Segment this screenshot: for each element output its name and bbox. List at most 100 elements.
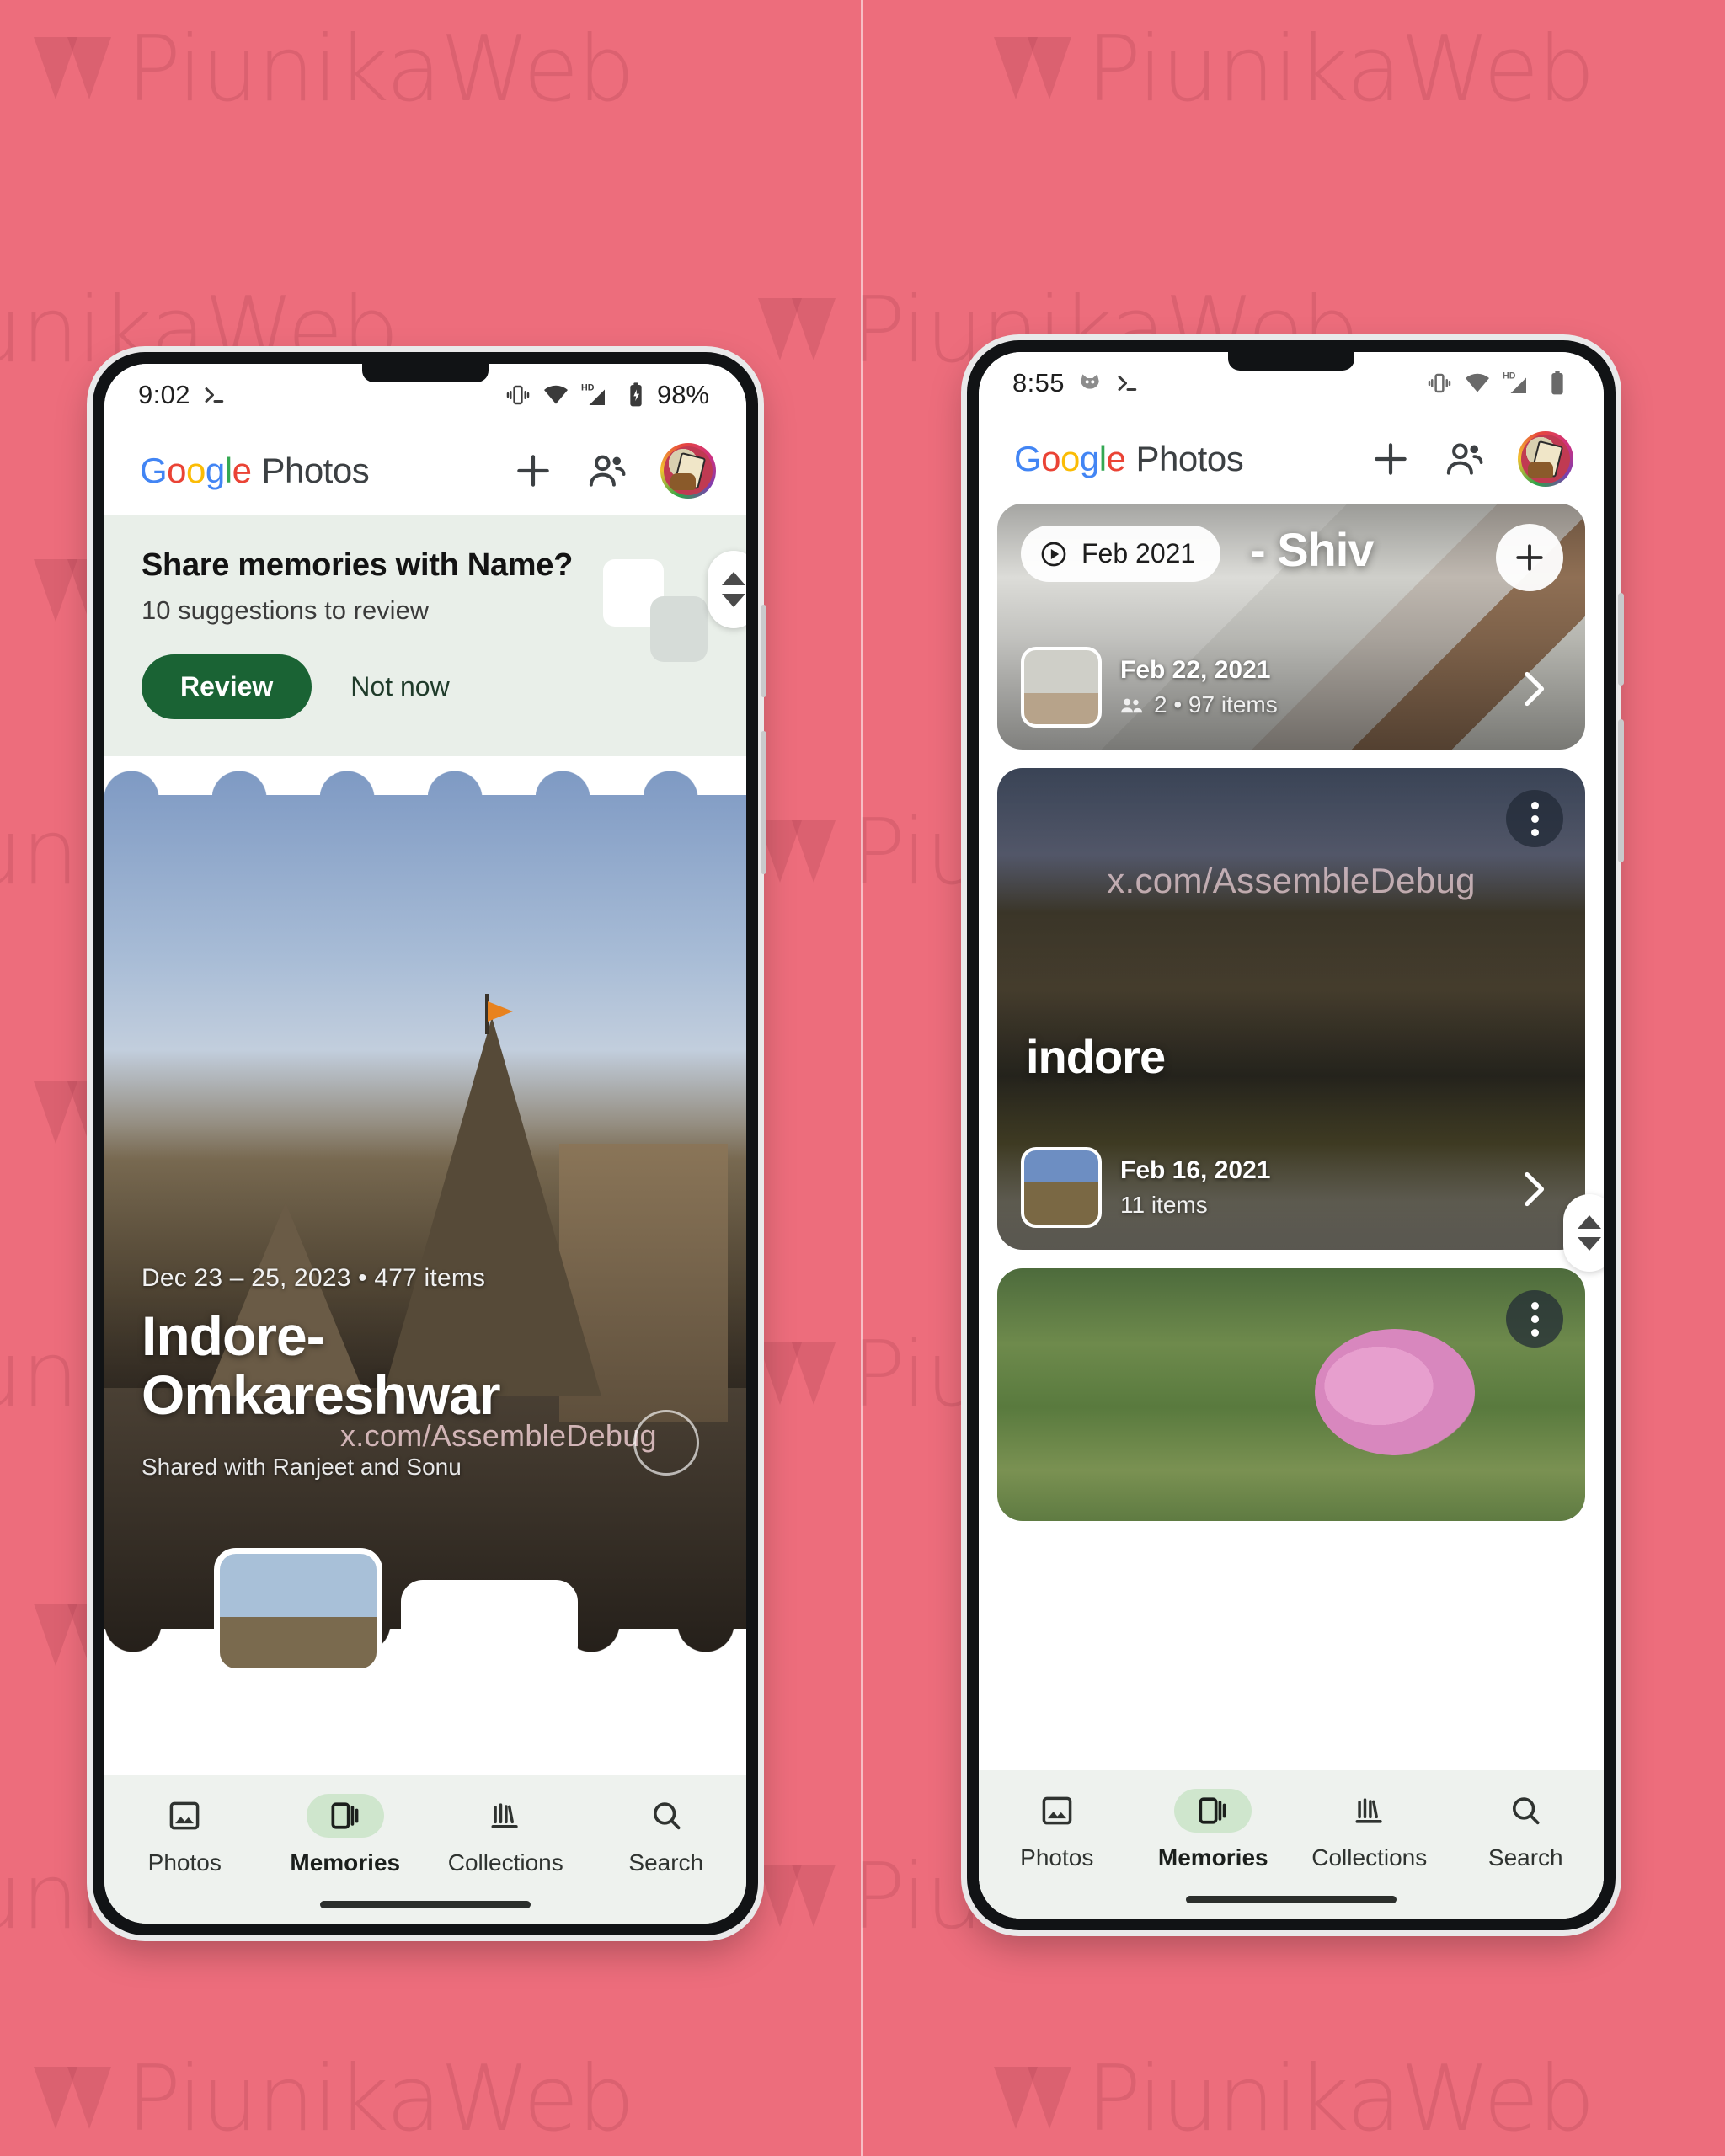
- add-icon[interactable]: [512, 450, 554, 492]
- vibrate-icon: [506, 385, 530, 405]
- thumbnail-item[interactable]: [214, 1548, 382, 1674]
- nav-pill: [146, 1794, 223, 1838]
- hero-memory[interactable]: Dec 23 – 25, 2023 • 477 items Indore-Omk…: [104, 756, 746, 1674]
- nav-label: Search: [628, 1849, 704, 1876]
- nav-item-collections[interactable]: Collections: [425, 1794, 586, 1876]
- chevron-up-icon: [1578, 1215, 1601, 1229]
- brand: Google Photos: [140, 451, 370, 491]
- suggestion-decor-icon: [573, 559, 708, 673]
- svg-text:HD: HD: [1503, 371, 1516, 382]
- memory-card-thumbnail[interactable]: [1021, 1147, 1102, 1228]
- brand: Google Photos: [1014, 439, 1244, 479]
- thumbnail-strip[interactable]: [104, 1540, 746, 1674]
- nav-item-collections[interactable]: Collections: [1291, 1789, 1448, 1871]
- date-pill[interactable]: Feb 2021: [1021, 526, 1221, 582]
- memory-card-date: Feb 22, 2021: [1120, 656, 1271, 684]
- memory-card-items-label: 11 items: [1120, 1192, 1208, 1218]
- chevron-down-icon: [722, 594, 745, 607]
- memory-card-footer: Feb 22, 2021 2 • 97 items: [1021, 647, 1278, 728]
- nav-item-search[interactable]: Search: [586, 1794, 747, 1876]
- memory-card[interactable]: [997, 1268, 1585, 1521]
- nav-label: Memories: [1157, 1844, 1268, 1870]
- thumbnail-item[interactable]: [401, 1580, 578, 1668]
- scallop-top-edge: [104, 756, 746, 795]
- piunika-logo-icon: [758, 1864, 839, 1930]
- hero-photo: [104, 756, 746, 1674]
- search-icon: [1513, 1797, 1540, 1825]
- power-button[interactable]: [761, 605, 766, 697]
- svg-text:HD: HD: [581, 383, 595, 393]
- scroll-handle[interactable]: [1563, 1194, 1604, 1272]
- phone-right: 8:55 HD Google Photos - Shiv Feb 2021 Fe…: [967, 340, 1624, 1930]
- overlay-watermark: x.com/AssembleDebug: [340, 1418, 657, 1453]
- memory-card-items: 11 items: [1120, 1192, 1270, 1219]
- memory-card-title: indore: [1026, 1030, 1166, 1083]
- notch: [362, 364, 489, 382]
- piunika-logo-icon: [994, 2066, 1075, 2132]
- watermark-text: PiunikaWeb: [1087, 2047, 1595, 2152]
- terminal-icon: [1118, 376, 1137, 391]
- brand-photos-label: Photos: [1135, 439, 1244, 478]
- add-icon[interactable]: [1370, 438, 1412, 480]
- sharing-icon[interactable]: [1444, 438, 1486, 480]
- nav-item-photos[interactable]: Photos: [979, 1789, 1135, 1871]
- chevron-right-icon[interactable]: [1509, 1166, 1557, 1213]
- gesture-bar[interactable]: [1186, 1896, 1397, 1903]
- watermark-text: PiunikaWeb: [1087, 17, 1595, 122]
- hd-signal-icon: HD: [1503, 371, 1527, 394]
- vibrate-icon: [1428, 373, 1451, 393]
- add-to-memory-button[interactable]: [1496, 524, 1563, 591]
- not-now-button[interactable]: Not now: [328, 654, 471, 719]
- nav-label: Search: [1487, 1844, 1563, 1870]
- battery-icon: [630, 382, 642, 407]
- nav-item-search[interactable]: Search: [1448, 1789, 1605, 1871]
- chevron-right-icon[interactable]: [1509, 665, 1557, 712]
- review-button[interactable]: Review: [142, 654, 312, 719]
- nav-item-memories[interactable]: Memories: [1135, 1789, 1292, 1871]
- avatar[interactable]: [660, 443, 716, 499]
- phone-right-screen: 8:55 HD Google Photos - Shiv Feb 2021 Fe…: [979, 352, 1604, 1919]
- nav-pill: [1174, 1789, 1252, 1833]
- overflow-menu-button[interactable]: [1506, 790, 1563, 847]
- photo-icon: [1042, 1796, 1072, 1825]
- wifi-icon: [543, 385, 568, 404]
- chevron-up-icon: [722, 572, 745, 585]
- photo-icon: [169, 1801, 200, 1830]
- memory-card-date: Feb 16, 2021: [1120, 1156, 1271, 1184]
- nav-pill: [306, 1794, 384, 1838]
- watermark-text: PiunikaWeb: [126, 2047, 635, 2152]
- overflow-menu-button[interactable]: [1506, 1290, 1563, 1348]
- memories-cards-icon: [1199, 1797, 1226, 1824]
- memory-card-thumbnail[interactable]: [1021, 647, 1102, 728]
- overlay-watermark: x.com/AssembleDebug: [1107, 861, 1476, 900]
- nav-item-memories[interactable]: Memories: [265, 1794, 426, 1876]
- nav-label: Collections: [1311, 1844, 1428, 1870]
- memory-card[interactable]: - Shiv Feb 2021 Feb 22, 2021 2 • 97 item…: [997, 504, 1585, 750]
- terminal-icon: [205, 387, 224, 403]
- volume-button[interactable]: [1618, 719, 1624, 862]
- memories-list[interactable]: - Shiv Feb 2021 Feb 22, 2021 2 • 97 item…: [979, 504, 1604, 1919]
- hero-date-items: Dec 23 – 25, 2023 • 477 items: [142, 1263, 486, 1292]
- google-logo: Google: [1014, 439, 1126, 478]
- hd-signal-icon: HD: [581, 383, 606, 406]
- avatar-image: [1521, 435, 1570, 483]
- power-button[interactable]: [1618, 593, 1624, 686]
- scroll-handle[interactable]: [708, 551, 746, 628]
- battery-percent: 98%: [656, 380, 709, 409]
- piunika-logo-icon: [34, 36, 115, 103]
- memory-card-image: [997, 1268, 1585, 1521]
- gesture-bar[interactable]: [320, 1901, 531, 1908]
- cat-icon: [1081, 374, 1099, 389]
- avatar[interactable]: [1518, 431, 1573, 487]
- search-icon: [653, 1802, 681, 1830]
- nav-label: Photos: [1020, 1844, 1094, 1870]
- piunika-logo-icon: [994, 36, 1075, 103]
- volume-button[interactable]: [761, 731, 766, 874]
- memory-card[interactable]: x.com/AssembleDebug indore Feb 16, 2021 …: [997, 768, 1585, 1250]
- sharing-icon[interactable]: [586, 450, 628, 492]
- nav-pill: [1331, 1789, 1408, 1833]
- avatar-image: [664, 446, 713, 495]
- nav-item-photos[interactable]: Photos: [104, 1794, 265, 1876]
- nav-pill: [1487, 1789, 1564, 1833]
- battery-icon: [1551, 371, 1563, 395]
